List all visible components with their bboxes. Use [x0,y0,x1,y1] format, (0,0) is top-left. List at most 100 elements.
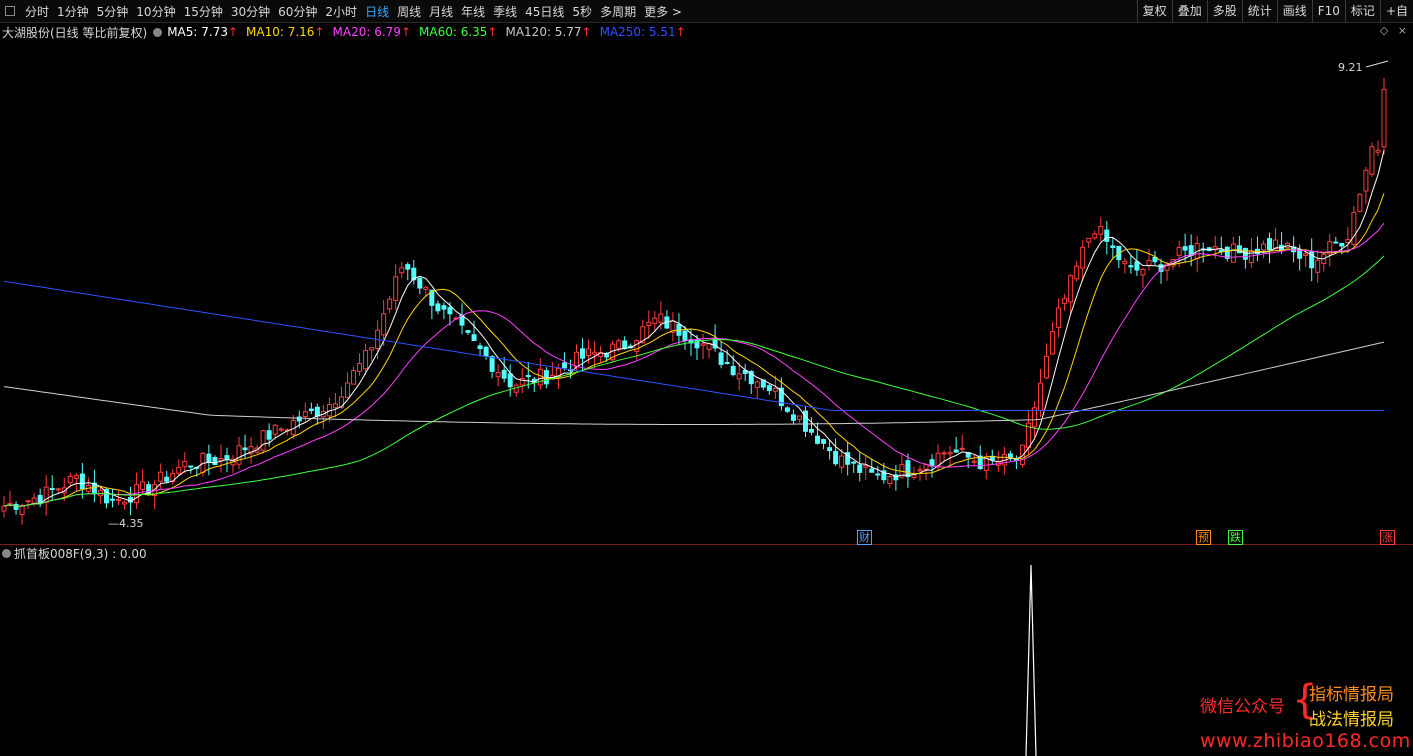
candle-body [1056,307,1062,328]
candle-body [79,473,85,490]
candle-body [1098,226,1104,235]
candle-body [525,375,531,378]
candle-body [1369,146,1375,175]
candle-body [224,455,230,460]
candle-body [971,460,977,463]
ma120-line [3,341,1385,425]
candle-body [13,503,19,510]
candle-body [332,403,338,409]
candle-body [471,334,477,342]
candle-body [55,488,61,491]
candle-body [851,461,857,464]
candle-body [314,406,320,417]
marker-rise[interactable]: 涨 [1380,530,1395,545]
candle-body [405,264,411,270]
candle-body [1363,169,1369,192]
candle-body [790,414,796,421]
candle-body [1230,243,1236,263]
candle-body [260,430,266,451]
candle-body [1122,260,1128,265]
candle-body [423,286,429,290]
candle-body [652,317,658,324]
candle-body [1182,246,1188,251]
watermark-line1: 指标情报局 [1309,685,1394,705]
ma5-line [3,150,1385,507]
candle-body [73,474,79,479]
kline-chart[interactable]: 9.21 —4.35 [0,0,1413,756]
candle-body [1062,298,1068,304]
candle-body [1128,265,1134,268]
candle-body [399,267,405,274]
candle-body [682,330,688,342]
candle-body [1068,275,1074,303]
candle-body [887,476,893,485]
marker-forecast[interactable]: 预 [1196,530,1211,545]
candle-body [1,505,7,512]
candle-body [242,447,248,451]
candle-body [857,464,863,473]
candle-body [754,381,760,388]
candle-body [772,387,778,392]
candle-body [929,459,935,467]
indicator-spike [1025,564,1037,756]
candle-body [417,277,423,289]
indicator-value: 抓首板008F(9,3) : 0.00 [14,546,147,561]
candle-body [869,468,875,473]
candle-body [447,307,453,315]
candle-body [616,340,622,349]
candle-body [730,365,736,376]
candle-body [495,372,501,378]
candle-body [1333,241,1339,244]
candle-body [700,343,706,346]
candle-body [592,351,598,355]
candle-body [1044,355,1050,379]
candle-body [1080,246,1086,269]
candle-body [97,489,103,497]
candle-body [1038,382,1044,411]
candle-body [19,505,25,516]
candle-body [1110,245,1116,248]
candle-body [1104,229,1110,242]
candle-body [1375,149,1381,153]
high-price-label: 9.21 [1338,61,1363,74]
candle-body [344,382,350,398]
marker-finance[interactable]: 财 [857,530,872,545]
candle-body [25,500,31,503]
candle-body [1260,243,1266,251]
candle-body [393,276,399,301]
candle-body [736,373,742,380]
candle-body [833,450,839,465]
indicator-settings-icon[interactable] [2,548,11,558]
ma250-line [3,280,1384,411]
candle-body [1242,247,1248,260]
marker-drop[interactable]: 跌 [1228,530,1243,545]
candle-body [49,488,55,491]
candle-body [766,385,772,391]
candle-body [158,471,164,482]
candle-body [1303,253,1309,256]
candle-body [875,473,881,476]
candle-body [1267,238,1273,251]
candle-body [363,350,369,370]
candle-body [272,424,278,435]
watermark-wechat: 微信公众号 [1200,697,1285,717]
candle-body [658,313,664,323]
candle-body [351,370,357,385]
candle-body [67,475,73,484]
ma20-line [3,222,1385,507]
watermark-url: www.zhibiao168.com [1200,730,1411,752]
candle-body [109,498,115,501]
candle-body [1074,265,1080,280]
candle-body [1050,331,1056,355]
candle-body [369,347,375,351]
candle-body [543,370,549,385]
candle-body [537,368,543,386]
candle-body [1176,247,1182,256]
candle-body [164,476,170,482]
candle-body [381,313,387,336]
candle-body [586,348,592,356]
candle-body [718,352,724,365]
candle-body [959,447,965,450]
candle-body [1086,237,1092,243]
candle-body [905,460,911,478]
